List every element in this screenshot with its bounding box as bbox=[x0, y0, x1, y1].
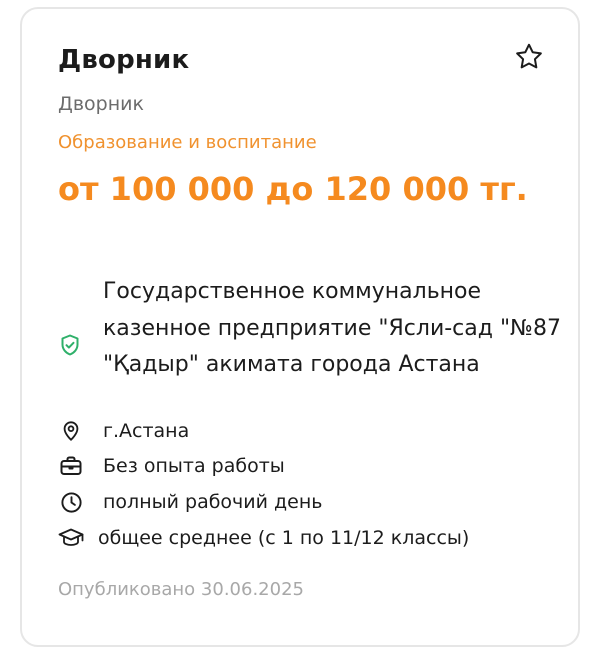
vacancy-card[interactable]: Дворник Дворник Образование и воспитание… bbox=[20, 7, 580, 647]
employer-name[interactable]: Государственное коммунальное казенное пр… bbox=[103, 274, 563, 384]
education-text: общее среднее (с 1 по 11/12 классы) bbox=[98, 527, 470, 549]
graduation-cap-icon bbox=[58, 525, 84, 551]
education-row: общее среднее (с 1 по 11/12 классы) bbox=[58, 525, 469, 551]
shield-check-icon bbox=[61, 334, 79, 356]
experience-row: Без опыта работы bbox=[58, 453, 285, 479]
vacancy-category: Образование и воспитание bbox=[58, 132, 317, 153]
published-date: Опубликовано 30.06.2025 bbox=[58, 579, 304, 600]
map-pin-icon bbox=[58, 418, 84, 444]
clock-icon bbox=[58, 489, 84, 515]
briefcase-icon bbox=[58, 453, 84, 479]
location-row: г.Астана bbox=[58, 418, 189, 444]
experience-text: Без опыта работы bbox=[103, 455, 285, 477]
vacancy-title[interactable]: Дворник bbox=[58, 45, 189, 75]
location-text: г.Астана bbox=[103, 420, 190, 442]
salary-range: от 100 000 до 120 000 тг. bbox=[58, 170, 528, 208]
schedule-text: полный рабочий день bbox=[103, 491, 323, 513]
vacancy-subtitle: Дворник bbox=[58, 93, 144, 115]
star-outline-icon bbox=[516, 43, 542, 69]
schedule-row: полный рабочий день bbox=[58, 489, 322, 515]
favorite-button[interactable] bbox=[511, 39, 547, 75]
